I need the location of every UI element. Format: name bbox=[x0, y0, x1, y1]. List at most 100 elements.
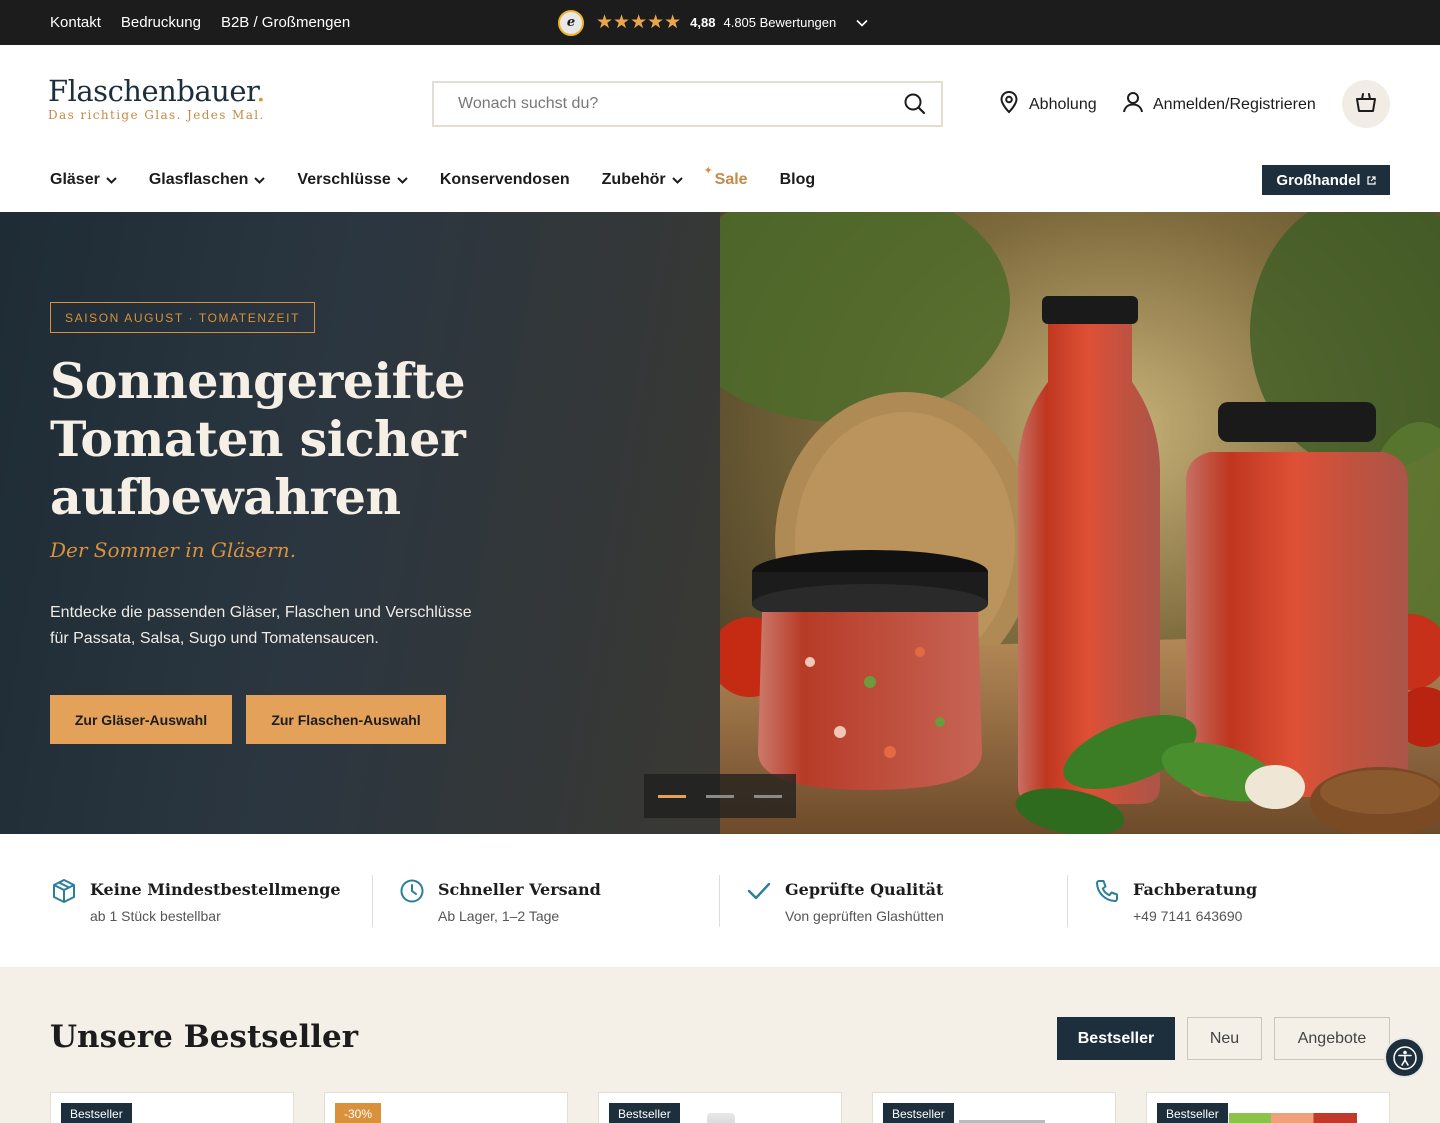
usp-subtitle: ab 1 Stück bestellbar bbox=[90, 908, 221, 924]
usp-item: Fachberatung +49 7141 643690 bbox=[1093, 875, 1393, 927]
chevron-down-icon bbox=[254, 176, 266, 184]
nav-item-glaeser[interactable]: Gläser bbox=[50, 171, 117, 189]
nav-label: Zubehör bbox=[601, 171, 666, 188]
top-bar: Kontakt Bedruckung B2B / Großmengen e ★★… bbox=[0, 0, 1440, 45]
top-link-b2b[interactable]: B2B / Großmengen bbox=[221, 14, 350, 31]
wholesale-button[interactable]: Großhandel bbox=[1262, 165, 1390, 195]
hero-title-line: Tomaten sicher bbox=[50, 410, 466, 468]
chevron-down-icon bbox=[106, 176, 117, 184]
nav-label: Konservendosen bbox=[439, 171, 570, 188]
box-icon bbox=[50, 877, 78, 910]
usp-subtitle: Ab Lager, 1–2 Tage bbox=[438, 908, 560, 924]
login-label: Anmelden/Registrieren bbox=[1153, 95, 1316, 113]
divider bbox=[719, 875, 720, 927]
usp-title: Keine Mindestbestellmenge bbox=[90, 880, 341, 899]
product-image bbox=[1229, 1113, 1357, 1123]
tomato-jars-illustration bbox=[670, 212, 1440, 834]
top-link-printing[interactable]: Bedruckung bbox=[121, 14, 201, 31]
rating-score: 4,88 bbox=[690, 15, 716, 30]
nav-item-glasflaschen[interactable]: Glasflaschen bbox=[149, 171, 266, 189]
top-links: Kontakt Bedruckung B2B / Großmengen bbox=[50, 0, 350, 45]
tab-offers[interactable]: Angebote bbox=[1274, 1017, 1390, 1060]
login-link[interactable]: Anmelden/Registrieren bbox=[1122, 90, 1316, 119]
trusted-shops-rating[interactable]: e ★★★★★ 4,88 4.805 Bewertungen bbox=[558, 0, 868, 45]
search-input[interactable] bbox=[458, 83, 888, 125]
nav-item-zubehoer[interactable]: Zubehör bbox=[602, 171, 683, 189]
product-badge: Bestseller bbox=[609, 1103, 680, 1123]
usp-title: Fachberatung bbox=[1133, 880, 1258, 899]
hero-subtitle: Der Sommer in Gläsern. bbox=[50, 538, 297, 562]
bestseller-section: Unsere Bestseller Bestseller Neu Angebot… bbox=[0, 967, 1440, 1123]
bottles-selection-button[interactable]: Zur Flaschen-Auswahl bbox=[246, 695, 446, 744]
pickup-label: Abholung bbox=[1029, 95, 1097, 113]
user-icon bbox=[1122, 90, 1144, 119]
tab-new[interactable]: Neu bbox=[1187, 1017, 1262, 1060]
nav-label: Gläser bbox=[50, 171, 100, 188]
usp-subtitle: Von geprüften Glashütten bbox=[785, 908, 944, 924]
hero-title-line: aufbewahren bbox=[50, 468, 401, 526]
tab-bestseller[interactable]: Bestseller bbox=[1057, 1017, 1175, 1060]
clock-icon bbox=[398, 877, 426, 910]
nav-label: Sale bbox=[714, 171, 748, 188]
phone-icon bbox=[1093, 877, 1121, 910]
nav-item-konservendosen[interactable]: Konservendosen bbox=[440, 171, 570, 189]
slider-dot-3[interactable] bbox=[754, 794, 782, 798]
nav-item-blog[interactable]: Blog bbox=[780, 171, 816, 189]
product-badge: Bestseller bbox=[883, 1103, 954, 1123]
sparkle-icon: ✦ bbox=[703, 165, 713, 177]
main-nav: Gläser Glasflaschen Verschlüsse Konserve… bbox=[50, 158, 847, 202]
usp-subtitle[interactable]: +49 7141 643690 bbox=[1133, 908, 1242, 924]
wholesale-label: Großhandel bbox=[1276, 171, 1361, 189]
chevron-down-icon bbox=[671, 176, 683, 184]
accessibility-icon bbox=[1392, 1045, 1417, 1070]
search-box bbox=[432, 81, 943, 127]
nav-label: Verschlüsse bbox=[297, 171, 391, 188]
divider bbox=[372, 875, 373, 927]
product-badge: Bestseller bbox=[1157, 1103, 1228, 1123]
hero-description-line: für Passata, Salsa, Sugo und Tomatensauc… bbox=[50, 630, 379, 647]
product-card[interactable]: Bestseller bbox=[872, 1092, 1116, 1123]
nav-item-verschluesse[interactable]: Verschlüsse bbox=[297, 171, 408, 189]
nav-label: Blog bbox=[779, 171, 816, 188]
hero-description: Entdecke die passenden Gläser, Flaschen … bbox=[50, 600, 520, 652]
jars-selection-button[interactable]: Zur Gläser-Auswahl bbox=[50, 695, 232, 744]
product-card[interactable]: Bestseller bbox=[50, 1092, 294, 1123]
map-pin-icon bbox=[998, 90, 1020, 119]
nav-item-sale[interactable]: ✦ Sale bbox=[704, 165, 748, 189]
search-icon[interactable] bbox=[903, 92, 927, 121]
usp-item: Schneller Versand Ab Lager, 1–2 Tage bbox=[398, 875, 698, 927]
usp-item: Geprüfte Qualität Von geprüften Glashütt… bbox=[745, 875, 1045, 927]
logo-tagline: Das richtige Glas. Jedes Mal. bbox=[48, 108, 265, 122]
slider-dot-1[interactable] bbox=[658, 794, 686, 798]
trusted-shops-badge-icon: e bbox=[558, 9, 584, 36]
hero-title: Sonnengereifte Tomaten sicher aufbewahre… bbox=[50, 352, 650, 526]
product-card[interactable]: Bestseller bbox=[1146, 1092, 1390, 1123]
hero-image bbox=[670, 212, 1440, 834]
usp-bar: Keine Mindestbestellmenge ab 1 Stück bes… bbox=[0, 834, 1440, 967]
chevron-down-icon[interactable] bbox=[856, 19, 868, 27]
check-icon bbox=[745, 877, 773, 910]
usp-item: Keine Mindestbestellmenge ab 1 Stück bes… bbox=[50, 875, 370, 927]
accessibility-button[interactable] bbox=[1384, 1037, 1425, 1078]
top-link-contact[interactable]: Kontakt bbox=[50, 14, 101, 31]
external-link-icon bbox=[1366, 175, 1376, 185]
hero-banner: SAISON AUGUST · TOMATENZEIT Sonnengereif… bbox=[0, 212, 1440, 834]
pickup-link[interactable]: Abholung bbox=[998, 90, 1097, 119]
rating-stars-icon: ★★★★★ bbox=[596, 12, 682, 33]
cart-button[interactable] bbox=[1342, 80, 1390, 128]
rating-count: 4.805 Bewertungen bbox=[723, 15, 837, 30]
product-card[interactable]: -30% bbox=[324, 1092, 568, 1123]
slider-pagination bbox=[644, 774, 796, 818]
product-card[interactable]: Bestseller bbox=[598, 1092, 842, 1123]
hero-title-line: Sonnengereifte bbox=[50, 352, 466, 410]
usp-title: Geprüfte Qualität bbox=[785, 880, 944, 899]
logo[interactable]: Flaschenbauer. Das richtige Glas. Jedes … bbox=[48, 74, 265, 122]
divider bbox=[1067, 875, 1068, 927]
hero-description-line: Entdecke die passenden Gläser, Flaschen … bbox=[50, 604, 472, 621]
product-badge: -30% bbox=[335, 1103, 382, 1123]
nav-label: Glasflaschen bbox=[148, 171, 249, 188]
product-image bbox=[707, 1113, 735, 1123]
chevron-down-icon bbox=[397, 176, 408, 184]
slider-dot-2[interactable] bbox=[706, 794, 734, 798]
usp-title: Schneller Versand bbox=[438, 880, 601, 899]
